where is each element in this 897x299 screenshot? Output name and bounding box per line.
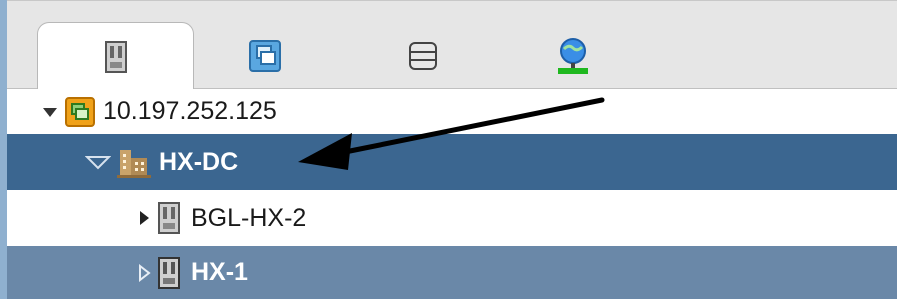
tree-node-host[interactable]: HX-1 (7, 246, 897, 299)
vcenter-icon (65, 96, 95, 127)
collapsed-triangle-icon[interactable] (137, 263, 151, 282)
host-icon (158, 202, 180, 234)
tab-storage[interactable] (398, 22, 448, 89)
tab-networking[interactable] (548, 22, 598, 89)
tab-vms-templates[interactable] (240, 22, 290, 89)
collapsed-triangle-icon[interactable] (137, 209, 151, 227)
tree-node-label: BGL-HX-2 (191, 203, 307, 232)
host-icon (158, 256, 180, 289)
vm-icon (249, 39, 281, 72)
left-edge-bar (0, 0, 7, 299)
tree-node-label: 10.197.252.125 (103, 97, 277, 125)
tree-node-label: HX-DC (159, 147, 239, 176)
tree-node-datacenter[interactable]: HX-DC (7, 134, 897, 190)
tree-node-label: HX-1 (191, 258, 248, 286)
network-icon (558, 37, 588, 74)
inventory-panel: 10.197.252.125 HX-DC BGL-HX-2 HX-1 (0, 0, 897, 299)
datastore-icon (409, 41, 437, 70)
host-icon (104, 40, 127, 73)
datacenter-icon (117, 150, 151, 178)
tab-hosts-clusters[interactable] (37, 22, 194, 90)
tree-node-vcenter[interactable]: 10.197.252.125 (7, 89, 897, 134)
expanded-triangle-icon[interactable] (85, 153, 111, 171)
inventory-tree: 10.197.252.125 HX-DC BGL-HX-2 HX-1 (7, 89, 897, 299)
tree-node-host[interactable]: BGL-HX-2 (7, 190, 897, 246)
expanded-triangle-icon[interactable] (41, 103, 59, 121)
